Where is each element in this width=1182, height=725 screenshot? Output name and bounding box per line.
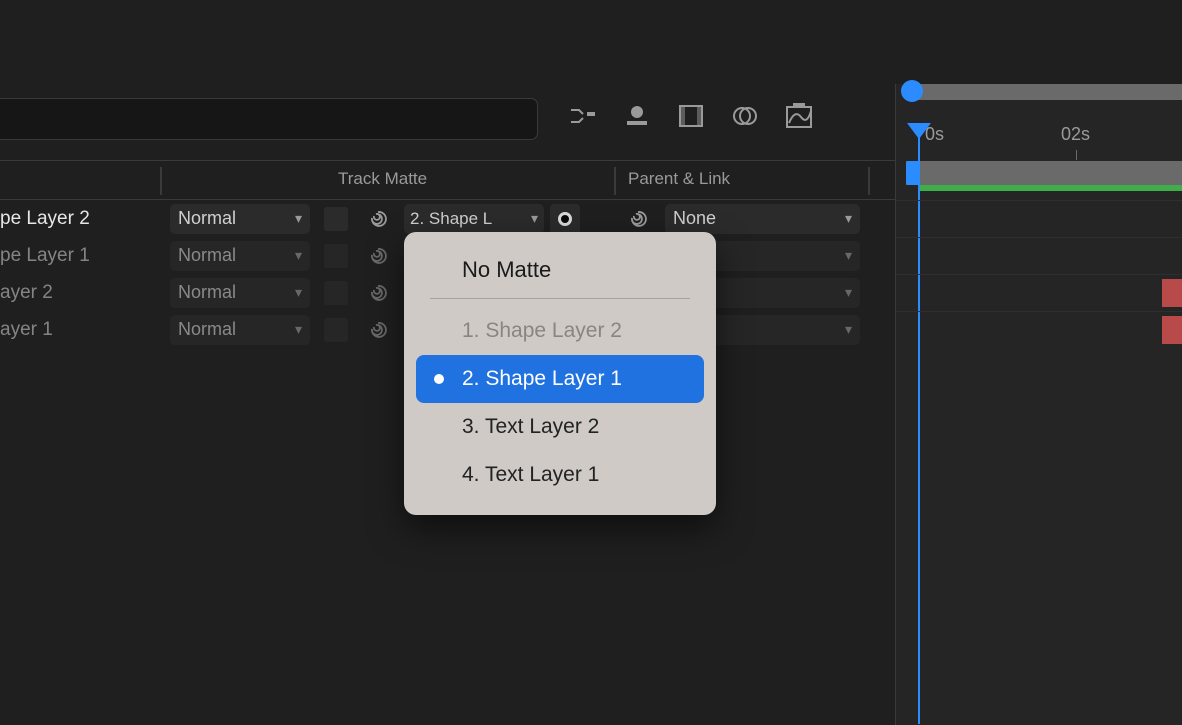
popup-item-label: 3. Text Layer 2 — [462, 415, 599, 439]
timeline-layer-bars — [896, 200, 1182, 348]
blend-mode-dropdown[interactable]: Normal ▾ — [170, 204, 310, 234]
flow-icon[interactable] — [567, 100, 599, 132]
chevron-down-icon: ▾ — [845, 247, 852, 264]
popup-item-label: 1. Shape Layer 2 — [462, 319, 622, 343]
timeline-row[interactable] — [896, 200, 1182, 237]
layer-bar[interactable] — [1162, 316, 1182, 344]
popup-item-label: 4. Text Layer 1 — [462, 463, 599, 487]
selected-bullet-icon — [434, 374, 444, 384]
toggle-square[interactable] — [324, 281, 348, 305]
alpha-matte-icon — [558, 212, 572, 226]
playhead-handle[interactable] — [901, 80, 923, 102]
chevron-down-icon: ▾ — [845, 284, 852, 301]
layer-name[interactable]: pe Layer 1 — [0, 245, 160, 267]
blend-mode-dropdown[interactable]: Normal ▾ — [170, 241, 310, 271]
chevron-down-icon: ▾ — [845, 321, 852, 338]
column-parent-link: Parent & Link — [628, 169, 730, 189]
column-track-matte: Track Matte — [338, 169, 427, 189]
popup-item[interactable]: 3. Text Layer 2 — [416, 403, 704, 451]
pickwhip-icon[interactable] — [366, 281, 390, 305]
cache-strip — [920, 185, 1182, 191]
work-area[interactable] — [906, 161, 1182, 185]
layer-name[interactable]: ayer 1 — [0, 319, 160, 341]
popup-item[interactable]: 2. Shape Layer 1 — [416, 355, 704, 403]
popup-item-label: 2. Shape Layer 1 — [462, 367, 622, 391]
chevron-down-icon: ▾ — [295, 284, 302, 301]
time-ruler[interactable] — [906, 84, 1182, 100]
filmstrip-icon[interactable] — [675, 100, 707, 132]
timeline-row[interactable] — [896, 311, 1182, 348]
blend-mode-value: Normal — [178, 208, 236, 229]
chevron-down-icon: ▾ — [845, 210, 852, 227]
blend-mode-dropdown[interactable]: Normal ▾ — [170, 315, 310, 345]
track-matte-dropdown[interactable]: 2. Shape L ▾ — [404, 204, 544, 234]
track-matte-value: 2. Shape L — [410, 209, 492, 229]
blend-mode-dropdown[interactable]: Normal ▾ — [170, 278, 310, 308]
blend-mode-value: Normal — [178, 319, 236, 340]
chevron-down-icon: ▾ — [531, 210, 538, 227]
toggle-square[interactable] — [324, 318, 348, 342]
popup-item: 1. Shape Layer 2 — [416, 307, 704, 355]
popup-divider — [430, 298, 690, 299]
search-input[interactable] — [0, 98, 538, 140]
chevron-down-icon: ▾ — [295, 247, 302, 264]
chevron-down-icon: ▾ — [295, 210, 302, 227]
toggle-square[interactable] — [324, 244, 348, 268]
time-label-1: 02s — [1061, 124, 1090, 145]
column-headers: Track Matte Parent & Link — [0, 160, 895, 200]
blend-mode-value: Normal — [178, 245, 236, 266]
circles-icon[interactable] — [729, 100, 761, 132]
center-icon[interactable] — [621, 100, 653, 132]
popup-no-matte[interactable]: No Matte — [416, 246, 704, 294]
timeline-row[interactable] — [896, 274, 1182, 311]
popup-item[interactable]: 4. Text Layer 1 — [416, 451, 704, 499]
time-tick — [1076, 150, 1077, 160]
blend-mode-value: Normal — [178, 282, 236, 303]
layer-name[interactable]: pe Layer 2 — [0, 208, 160, 230]
pickwhip-icon[interactable] — [366, 244, 390, 268]
parent-dropdown[interactable]: None ▾ — [665, 204, 860, 234]
pickwhip-icon[interactable] — [366, 207, 390, 231]
toggle-square[interactable] — [324, 207, 348, 231]
chevron-down-icon: ▾ — [295, 321, 302, 338]
track-matte-popup: No Matte 1. Shape Layer 2 2. Shape Layer … — [404, 232, 716, 515]
layer-bar[interactable] — [1162, 279, 1182, 307]
timeline-row[interactable] — [896, 237, 1182, 274]
timeline: 0s 02s — [895, 84, 1182, 725]
toolbar-icons — [567, 100, 815, 132]
layer-name[interactable]: ayer 2 — [0, 282, 160, 304]
parent-pickwhip-icon[interactable] — [626, 207, 650, 231]
work-area-start-handle[interactable] — [906, 161, 920, 185]
graph-icon[interactable] — [783, 100, 815, 132]
pickwhip-icon[interactable] — [366, 318, 390, 342]
parent-value: None — [673, 208, 716, 229]
matte-type-toggle[interactable] — [550, 204, 580, 234]
